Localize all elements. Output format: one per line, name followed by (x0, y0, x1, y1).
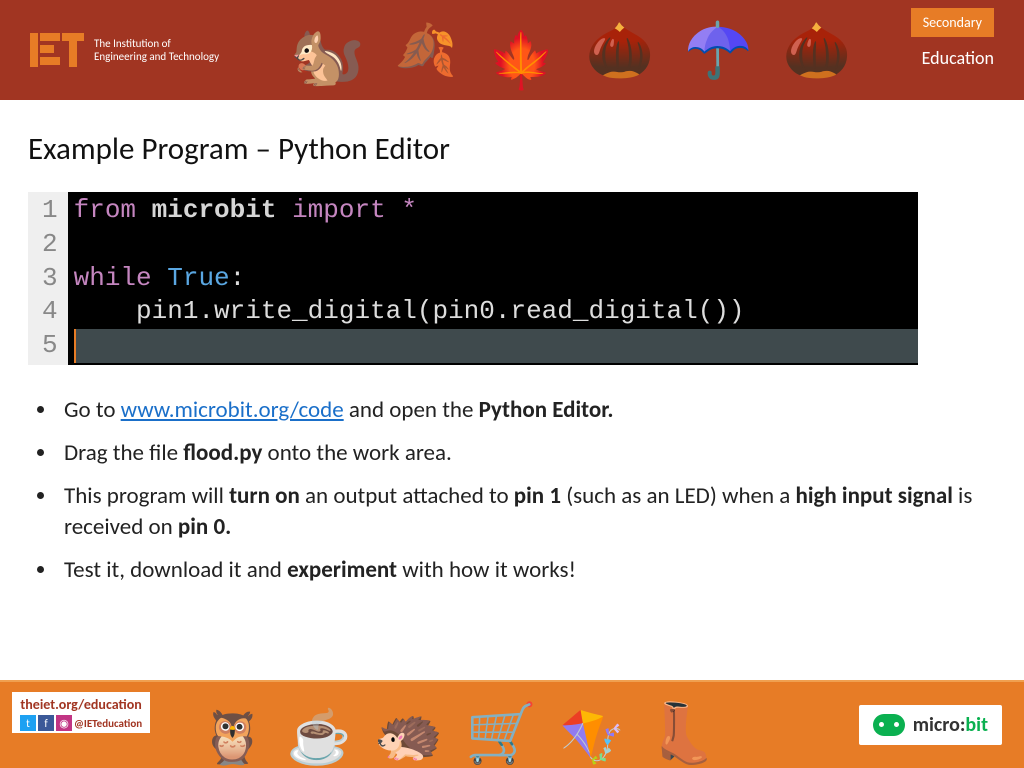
cursor-icon (74, 329, 76, 363)
mug-icon: ☕ (287, 705, 352, 768)
code-line-3: while True: (74, 262, 918, 296)
header-banner: The Institution of Engineering and Techn… (0, 0, 1024, 100)
slide-content: Example Program – Python Editor 1 2 3 4 … (0, 100, 1024, 608)
slide-title: Example Program – Python Editor (28, 130, 996, 168)
secondary-badge: Secondary (911, 8, 994, 37)
microbit-chip-icon (873, 714, 905, 736)
kite-icon: 🪁 (559, 705, 624, 768)
microbit-link[interactable]: www.microbit.org/code (121, 396, 344, 424)
code-line-5-active (74, 329, 918, 363)
footer-decorative-icons: 🦉 ☕ 🦔 🛒 🪁 👢 (200, 681, 718, 768)
org-line-1: The Institution of (94, 37, 219, 50)
twitter-icon: t (20, 715, 36, 731)
owl-icon: 🦉 (200, 705, 265, 768)
education-level-box: Secondary Education (911, 8, 994, 69)
leaf-orange-icon: 🍁 (487, 27, 555, 94)
line-number: 4 (42, 295, 58, 329)
line-number: 3 (42, 262, 58, 296)
leaf-brown-icon: 🍂 (395, 20, 457, 81)
line-number: 1 (42, 194, 58, 228)
code-line-2 (74, 228, 918, 262)
instruction-list: Go to www.microbit.org/code and open the… (28, 395, 996, 586)
line-number: 2 (42, 228, 58, 262)
instagram-icon: ◉ (56, 715, 72, 731)
footer-banner: theiet.org/education t f ◉ @IETeducation… (0, 680, 1024, 768)
facebook-icon: f (38, 715, 54, 731)
iet-org-text: The Institution of Engineering and Techn… (94, 37, 219, 63)
bullet-2: Drag the file flood.py onto the work are… (58, 438, 996, 469)
wheelbarrow-icon: 🛒 (465, 698, 537, 768)
line-gutter: 1 2 3 4 5 (28, 192, 68, 365)
iet-logo: The Institution of Engineering and Techn… (30, 33, 219, 67)
boots-icon: 👢 (646, 698, 718, 768)
iet-mark-icon (30, 33, 84, 67)
social-handle: @IETeducation (74, 717, 142, 730)
code-line-1: from microbit import * (74, 194, 918, 228)
line-number: 5 (42, 329, 58, 363)
code-line-4: pin1.write_digital(pin0.read_digital()) (74, 295, 918, 329)
umbrella-icon: ☂️ (684, 17, 752, 84)
education-label: Education (911, 47, 994, 69)
header-decorative-icons: 🐿️ 🍂 🍁 🌰 ☂️ 🌰 (290, 0, 851, 100)
hedgehog-icon: 🦔 (374, 701, 444, 768)
squirrel-icon: 🐿️ (290, 20, 365, 93)
code-area: from microbit import * while True: pin1.… (68, 192, 918, 365)
microbit-logo: micro:bit (859, 705, 1002, 745)
bullet-1: Go to www.microbit.org/code and open the… (58, 395, 996, 426)
org-line-2: Engineering and Technology (94, 50, 219, 63)
microbit-text: micro:bit (913, 713, 988, 737)
pinecone-icon: 🌰 (585, 17, 653, 84)
footer-contact-card: theiet.org/education t f ◉ @IETeducation (12, 692, 150, 733)
bullet-4: Test it, download it and experiment with… (58, 555, 996, 586)
bullet-3: This program will turn on an output atta… (58, 481, 996, 543)
social-row: t f ◉ @IETeducation (20, 715, 142, 731)
code-editor: 1 2 3 4 5 from microbit import * while T… (28, 192, 918, 365)
footer-url: theiet.org/education (20, 696, 142, 713)
acorn-icon: 🌰 (782, 17, 850, 84)
